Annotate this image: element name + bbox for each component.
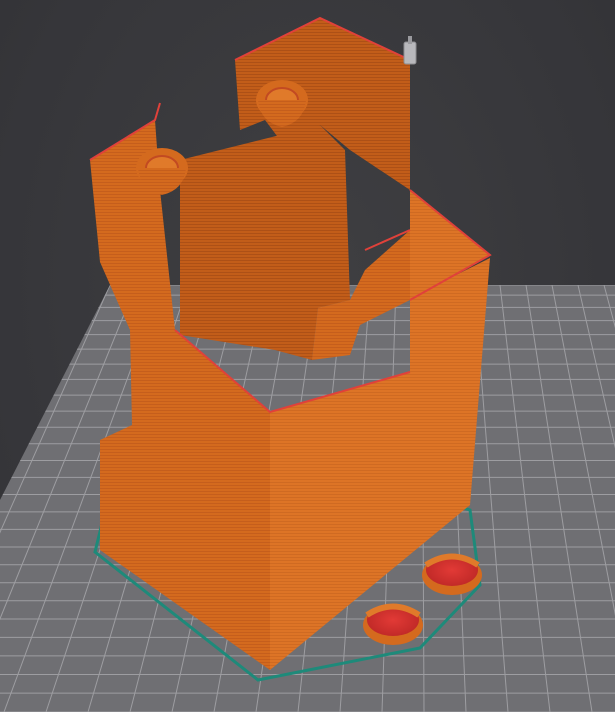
bed-pad-right — [422, 553, 482, 595]
3d-scene[interactable] — [0, 0, 615, 712]
3d-preview-viewport[interactable] — [0, 0, 615, 712]
nozzle-marker-icon — [403, 36, 417, 65]
bed-pad-left — [363, 603, 423, 645]
